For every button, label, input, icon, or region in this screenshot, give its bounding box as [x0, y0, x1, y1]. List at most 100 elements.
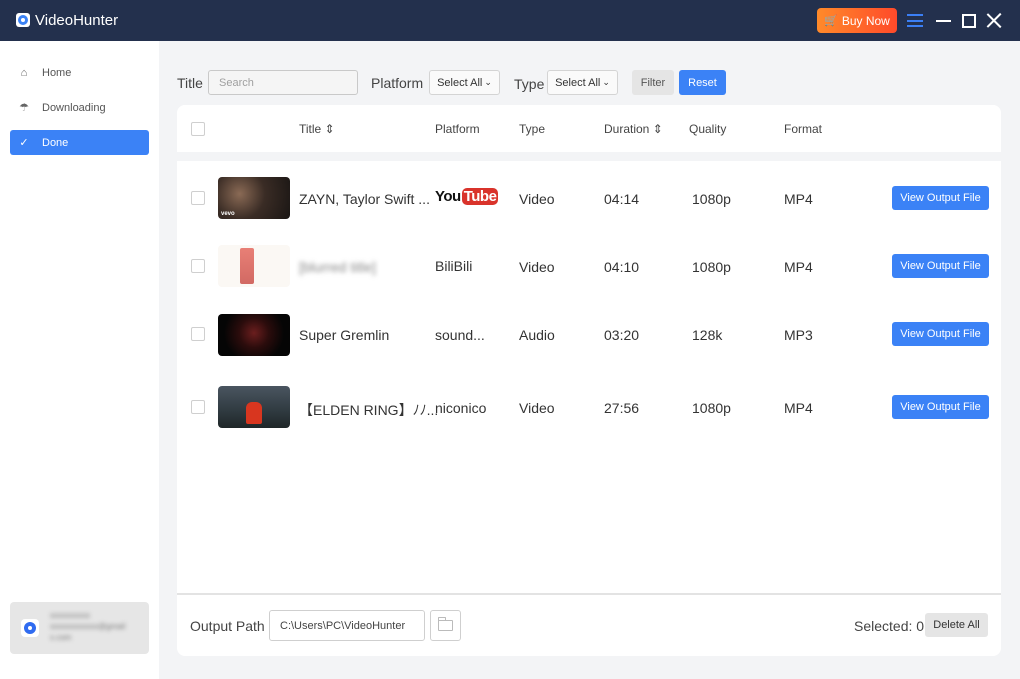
type-select[interactable]: Select All ⌄ [547, 70, 618, 95]
cart-icon: 🛒 [824, 15, 838, 27]
view-output-file-button[interactable]: View Output File [892, 322, 989, 346]
buy-now-label: Buy Now [841, 13, 890, 28]
browse-folder-button[interactable] [430, 610, 461, 641]
row-type: Video [519, 191, 555, 207]
column-title-label: Title [299, 122, 322, 136]
table-header: Title ⇕ Platform Type Duration ⇕ Quality… [177, 105, 1001, 152]
user-account-card[interactable]: xxxxxxxxxx xxxxxxxxxxxx@gmail x.com [10, 602, 149, 654]
row-checkbox[interactable] [191, 327, 205, 341]
row-duration: 03:20 [604, 327, 640, 343]
row-platform: sound... [435, 327, 485, 343]
title-filter-label: Title [177, 75, 203, 91]
folder-icon [438, 617, 453, 631]
search-input[interactable] [208, 70, 358, 95]
avatar [21, 619, 39, 637]
row-duration: 27:56 [604, 400, 640, 416]
type-filter-label: Type [514, 76, 545, 92]
row-format: MP3 [784, 327, 813, 343]
sidebar-item-downloading[interactable]: ☂ Downloading [10, 95, 149, 120]
sidebar: ⌂ Home ☂ Downloading ✓ Done xxxxxxxxxx x… [0, 41, 159, 679]
video-thumbnail [218, 314, 290, 356]
footer-divider [177, 593, 1001, 595]
column-format: Format [784, 122, 823, 136]
view-output-file-button[interactable]: View Output File [892, 254, 989, 278]
output-path-label: Output Path [190, 618, 265, 634]
table-row: Super Gremlin sound... Audio 03:20 128k … [177, 301, 1001, 369]
view-output-file-button[interactable]: View Output File [892, 186, 989, 210]
row-title: Super Gremlin [299, 327, 390, 343]
column-type: Type [519, 122, 546, 136]
row-format: MP4 [784, 191, 813, 207]
row-quality: 1080p [692, 400, 731, 416]
maximize-icon[interactable] [962, 14, 976, 28]
delete-all-button[interactable]: Delete All [925, 613, 988, 637]
row-duration: 04:10 [604, 259, 640, 275]
sidebar-item-label: Home [42, 66, 72, 79]
check-circle-icon: ✓ [19, 137, 29, 149]
select-all-checkbox[interactable] [191, 122, 205, 136]
table-row: vevo ZAYN, Taylor Swift ... You Tube Vide… [177, 164, 1001, 232]
youtube-logo-you: You [435, 188, 461, 205]
sidebar-item-home[interactable]: ⌂ Home [10, 60, 149, 85]
row-quality: 128k [692, 327, 723, 343]
minimize-icon[interactable] [936, 20, 951, 22]
video-thumbnail: vevo [218, 177, 290, 219]
filter-button[interactable]: Filter [632, 70, 674, 95]
reset-button[interactable]: Reset [679, 70, 726, 95]
type-select-value: Select All [555, 76, 601, 89]
column-duration[interactable]: Duration ⇕ [604, 122, 663, 136]
row-title: ZAYN, Taylor Swift ... [299, 191, 430, 207]
table-row: [blurred title] BiliBili Video 04:10 108… [177, 232, 1001, 300]
row-platform: niconico [435, 400, 487, 416]
user-info: xxxxxxxxxx xxxxxxxxxxxx@gmail x.com [50, 610, 125, 643]
row-quality: 1080p [692, 191, 731, 207]
column-platform: Platform [435, 122, 480, 136]
chevron-down-icon: ⌄ [602, 77, 610, 87]
app-title: VideoHunter [35, 12, 119, 29]
row-duration: 04:14 [604, 191, 640, 207]
output-path-input[interactable] [269, 610, 425, 641]
row-format: MP4 [784, 400, 813, 416]
sort-icon: ⇕ [324, 122, 335, 136]
header-divider [177, 152, 1001, 161]
platform-filter-label: Platform [371, 75, 424, 91]
column-quality: Quality [689, 122, 727, 136]
youtube-logo-tube: Tube [461, 188, 499, 205]
title-bar: VideoHunter 🛒 Buy Now [0, 0, 1020, 41]
menu-icon[interactable] [907, 14, 923, 27]
close-icon[interactable] [986, 12, 1003, 29]
sidebar-item-done[interactable]: ✓ Done [10, 130, 149, 155]
video-thumbnail [218, 386, 290, 428]
video-thumbnail [218, 245, 290, 287]
sidebar-item-label: Downloading [42, 101, 106, 114]
platform-select[interactable]: Select All ⌄ [429, 70, 500, 95]
home-icon: ⌂ [20, 66, 28, 79]
app-logo-icon [16, 13, 30, 27]
downloads-table: Title ⇕ Platform Type Duration ⇕ Quality… [177, 105, 1001, 656]
row-format: MP4 [784, 259, 813, 275]
user-email: xxxxxxxxxxxx@gmail [50, 622, 126, 631]
row-checkbox[interactable] [191, 259, 205, 273]
sort-icon: ⇕ [652, 122, 663, 136]
row-type: Audio [519, 327, 555, 343]
chevron-down-icon: ⌄ [484, 77, 492, 87]
row-title: 【ELDEN RING】ﾉﾉ... [299, 402, 439, 418]
row-type: Video [519, 400, 555, 416]
column-title[interactable]: Title ⇕ [299, 122, 335, 136]
row-type: Video [519, 259, 555, 275]
platform-select-value: Select All [437, 76, 483, 89]
row-checkbox[interactable] [191, 400, 205, 414]
youtube-logo: You Tube [435, 188, 499, 205]
table-row: 【ELDEN RING】ﾉﾉ... niconico Video 27:56 1… [177, 373, 1001, 441]
row-checkbox[interactable] [191, 191, 205, 205]
user-email-domain: x.com [50, 633, 72, 642]
buy-now-button[interactable]: 🛒 Buy Now [817, 8, 897, 33]
download-cloud-icon: ☂ [19, 102, 29, 114]
row-platform: BiliBili [435, 258, 473, 274]
view-output-file-button[interactable]: View Output File [892, 395, 989, 419]
row-quality: 1080p [692, 259, 731, 275]
column-duration-label: Duration [604, 122, 650, 136]
row-title: [blurred title] [299, 259, 377, 275]
user-name: xxxxxxxxxx [50, 611, 90, 620]
sidebar-item-label: Done [42, 136, 69, 149]
